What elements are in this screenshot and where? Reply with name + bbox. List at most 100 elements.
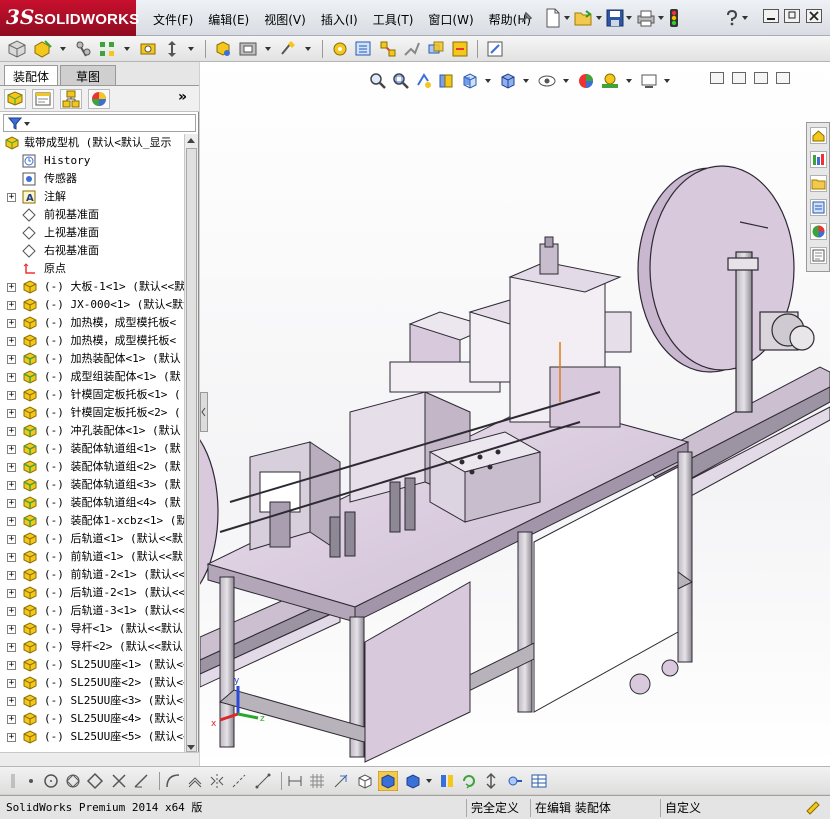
minimize-button[interactable] xyxy=(763,9,779,23)
smart-fastener-icon[interactable] xyxy=(138,39,158,59)
tree-filter[interactable] xyxy=(3,114,196,132)
linear-pattern-icon[interactable] xyxy=(98,39,118,59)
tree-vertical-scrollbar[interactable] xyxy=(184,134,198,754)
tree-item[interactable]: 原点 xyxy=(0,260,184,278)
tree-item[interactable]: + (-) 后轨道-3<1> (默认<< xyxy=(0,602,184,620)
tree-item[interactable]: 传感器 xyxy=(0,170,184,188)
show-hidden-components-icon[interactable] xyxy=(213,39,233,59)
diamond-icon[interactable] xyxy=(86,772,104,790)
print-dropdown-icon[interactable] xyxy=(658,16,664,20)
expand-plus-icon[interactable]: + xyxy=(7,625,16,634)
save-icon[interactable] xyxy=(606,9,624,27)
expand-plus-icon[interactable]: + xyxy=(7,193,16,202)
smart-dimension-icon[interactable] xyxy=(286,772,304,790)
save-dropdown-icon[interactable] xyxy=(626,16,632,20)
sketch-fillet-icon[interactable] xyxy=(164,772,182,790)
centerline-icon[interactable] xyxy=(230,772,248,790)
pattern-dropdown-icon[interactable] xyxy=(124,46,130,51)
print-icon[interactable] xyxy=(636,9,656,27)
expand-plus-icon[interactable]: + xyxy=(7,301,16,310)
scroll-thumb[interactable] xyxy=(186,148,197,752)
expand-plus-icon[interactable]: + xyxy=(7,445,16,454)
menu-window[interactable]: 窗口(W) xyxy=(421,9,481,30)
instant3d-icon[interactable] xyxy=(485,39,505,59)
interference-detection-icon[interactable] xyxy=(426,39,446,59)
grid-snap-icon[interactable] xyxy=(308,772,326,790)
expand-plus-icon[interactable]: + xyxy=(7,319,16,328)
offset-entities-icon[interactable] xyxy=(186,772,204,790)
move-dropdown-icon[interactable] xyxy=(188,46,194,51)
expand-panel-chevron-icon[interactable]: » xyxy=(178,89,187,105)
menu-edit[interactable]: 编辑(E) xyxy=(201,9,257,30)
tree-item[interactable]: + (-) JX-000<1> (默认<默认 xyxy=(0,296,184,314)
move-component-icon[interactable] xyxy=(162,39,182,59)
tab-assembly[interactable]: 装配体 xyxy=(4,65,59,85)
move-triad-icon[interactable] xyxy=(482,772,500,790)
expand-plus-icon[interactable]: + xyxy=(7,661,16,670)
expand-plus-icon[interactable]: + xyxy=(7,733,16,742)
graphics-area[interactable]: y x z xyxy=(200,62,830,766)
expand-plus-icon[interactable]: + xyxy=(7,409,16,418)
tree-item[interactable]: + (-) 针模固定板托板<2> ( xyxy=(0,404,184,422)
rotate-component-icon[interactable] xyxy=(460,772,478,790)
tree-item[interactable]: + (-) SL25UU座<4> (默认<< xyxy=(0,710,184,728)
solidworks-logo[interactable]: 3S SOLIDWORKS xyxy=(0,0,139,36)
expand-plus-icon[interactable]: + xyxy=(7,571,16,580)
quick-tips-icon[interactable] xyxy=(800,799,826,817)
rebuild-traffic-light-icon[interactable] xyxy=(668,8,680,28)
trim-entities-icon[interactable] xyxy=(110,772,128,790)
bill-of-materials-icon[interactable] xyxy=(354,39,374,59)
new-part-icon[interactable] xyxy=(32,39,54,59)
tree-horizontal-scrollbar[interactable] xyxy=(0,752,199,766)
menu-file[interactable]: 文件(F) xyxy=(146,9,201,30)
tree-item[interactable]: + (-) 加热模，成型模托板< xyxy=(0,314,184,332)
tree-item[interactable]: + (-) 冲孔装配体<1> (默认 xyxy=(0,422,184,440)
tree-item[interactable]: + (-) 针模固定板托板<1> ( xyxy=(0,386,184,404)
property-manager-tab-icon[interactable] xyxy=(32,89,54,109)
new-document-icon[interactable] xyxy=(544,8,562,28)
tree-item[interactable]: + (-) 装配体轨道组<4> (默 xyxy=(0,494,184,512)
expand-plus-icon[interactable]: + xyxy=(7,589,16,598)
expand-plus-icon[interactable]: + xyxy=(7,535,16,544)
table-icon[interactable] xyxy=(530,772,548,790)
polygon-icon[interactable] xyxy=(64,772,82,790)
new-part-dropdown-icon[interactable] xyxy=(60,46,66,51)
new-motion-study-icon[interactable] xyxy=(330,39,350,59)
mirror-entities-icon[interactable] xyxy=(208,772,226,790)
expand-plus-icon[interactable]: + xyxy=(7,427,16,436)
circle-icon[interactable] xyxy=(42,772,60,790)
expand-plus-icon[interactable]: + xyxy=(7,517,16,526)
insert-component-icon[interactable] xyxy=(6,39,28,59)
point-icon[interactable] xyxy=(22,772,40,790)
tree-item[interactable]: 上视基准面 xyxy=(0,224,184,242)
tree-root-item[interactable]: 载带成型机 (默认<默认_显示 xyxy=(0,134,184,152)
restore-button[interactable] xyxy=(784,9,800,23)
tree-item[interactable]: + (-) 成型组装配体<1> (默 xyxy=(0,368,184,386)
expand-plus-icon[interactable]: + xyxy=(7,607,16,616)
features-dropdown-icon[interactable] xyxy=(265,46,271,51)
tree-item[interactable]: + (-) SL25UU座<3> (默认<< xyxy=(0,692,184,710)
tree-item[interactable]: + (-) 大板-1<1> (默认<<默 xyxy=(0,278,184,296)
expand-plus-icon[interactable]: + xyxy=(7,391,16,400)
expand-plus-icon[interactable]: + xyxy=(7,643,16,652)
unit-system-status[interactable]: 自定义 xyxy=(660,799,705,817)
clearance-verification-icon[interactable] xyxy=(450,39,470,59)
tree-item[interactable]: + (-) 加热模，成型模托板< xyxy=(0,332,184,350)
assembly-model-view[interactable]: y x z xyxy=(200,62,830,766)
tree-item[interactable]: + (-) 后轨道<1> (默认<<默 xyxy=(0,530,184,548)
shaded-with-edges-icon[interactable] xyxy=(378,771,398,791)
expand-plus-icon[interactable]: + xyxy=(7,463,16,472)
tree-item[interactable]: + (-) 装配体1-xcbz<1> (默 xyxy=(0,512,184,530)
exploded-view-icon[interactable] xyxy=(378,39,398,59)
tree-item[interactable]: + (-) 导杆<2> (默认<<默认 xyxy=(0,638,184,656)
expand-plus-icon[interactable]: + xyxy=(7,337,16,346)
smart-mates-icon[interactable] xyxy=(506,772,524,790)
line-icon[interactable] xyxy=(132,772,150,790)
tree-item[interactable]: + (-) SL25UU座<2> (默认<< xyxy=(0,674,184,692)
expand-plus-icon[interactable]: + xyxy=(7,715,16,724)
reference-geometry-icon[interactable] xyxy=(279,39,299,59)
hidden-lines-icon[interactable] xyxy=(404,772,422,790)
open-folder-icon[interactable] xyxy=(574,9,594,27)
feature-manager-tab-icon[interactable] xyxy=(4,89,26,109)
help-dropdown-icon[interactable] xyxy=(742,16,748,20)
